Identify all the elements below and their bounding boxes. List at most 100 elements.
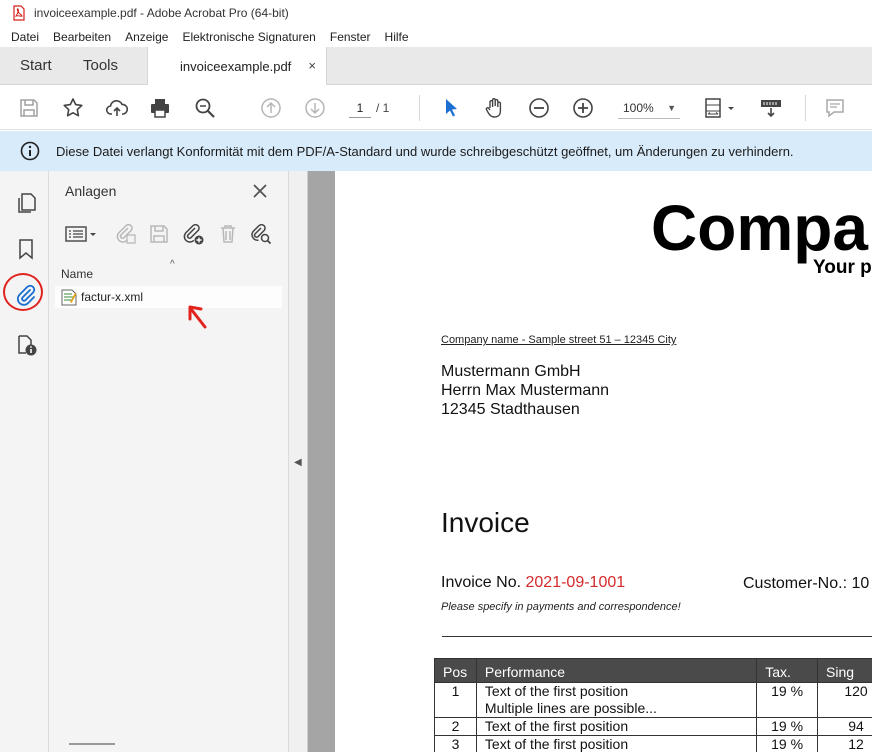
close-tab-icon[interactable]: × xyxy=(308,58,316,73)
chevron-down-icon: ▼ xyxy=(667,103,676,113)
tab-start[interactable]: Start xyxy=(20,47,52,85)
red-annotation-arrow xyxy=(188,305,207,329)
print-icon[interactable] xyxy=(147,95,173,121)
delete-attachment-icon[interactable] xyxy=(215,221,241,247)
zoom-value: 100% xyxy=(623,101,654,115)
cell-tax: 19 % xyxy=(756,717,819,736)
cell-performance-line2: Multiple lines are possible... xyxy=(484,700,657,716)
panel-scrollbar[interactable] xyxy=(69,743,115,745)
cell-pos: 2 xyxy=(434,717,477,736)
invoice-number-line: Invoice No. 2021-09-1001 xyxy=(441,574,625,592)
document-view[interactable]: Compa Your p Company name - Sample stree… xyxy=(308,171,872,752)
panel-title: Anlagen xyxy=(65,183,117,199)
toolbar-separator xyxy=(805,95,806,121)
open-attachment-icon[interactable] xyxy=(113,221,139,247)
cell-tax: 19 % xyxy=(756,735,819,752)
invoice-title: Invoice xyxy=(441,507,530,538)
cell-performance-line1: Text of the first position xyxy=(484,683,629,699)
window-title: invoiceexample.pdf - Adobe Acrobat Pro (… xyxy=(34,6,289,20)
tab-document-label: invoiceexample.pdf xyxy=(180,59,292,74)
company-tagline: Your p xyxy=(813,257,872,278)
pdf-page: Compa Your p Company name - Sample stree… xyxy=(335,171,872,752)
comment-icon[interactable] xyxy=(822,95,848,121)
title-bar: invoiceexample.pdf - Adobe Acrobat Pro (… xyxy=(0,0,872,26)
col-tax: Tax. xyxy=(756,658,819,683)
table-row: 1 Text of the first position Multiple li… xyxy=(434,682,872,718)
cell-single: 120 xyxy=(817,682,872,718)
pdfa-info-banner: Diese Datei verlangt Konformität mit dem… xyxy=(0,131,872,171)
cell-pos: 1 xyxy=(434,682,477,718)
invoice-number-label: Invoice No. xyxy=(441,574,522,591)
add-attachment-icon[interactable] xyxy=(180,221,206,247)
upload-icon[interactable] xyxy=(104,95,130,121)
menu-elektronische-signaturen[interactable]: Elektronische Signaturen xyxy=(175,30,322,44)
attachment-file-name: factur-x.xml xyxy=(81,290,144,304)
table-row: 3 Text of the first position 19 % 12 xyxy=(434,735,872,752)
save-attachment-icon[interactable] xyxy=(146,221,172,247)
sort-caret-icon: ^ xyxy=(170,259,175,270)
cell-performance: Text of the first position Multiple line… xyxy=(475,682,758,718)
table-header-row: Pos Performance Tax. Sing xyxy=(434,658,872,683)
cell-tax: 19 % xyxy=(756,682,819,718)
cell-performance: Text of the first position xyxy=(475,735,758,752)
options-menu-icon[interactable] xyxy=(63,221,101,247)
navigation-rail xyxy=(0,171,49,752)
table-row: 2 Text of the first position 19 % 94 xyxy=(434,717,872,736)
sender-line: Company name - Sample street 51 – 12345 … xyxy=(441,334,677,346)
collapse-panel-icon[interactable]: ◀ xyxy=(294,457,302,468)
page-total: / 1 xyxy=(376,101,390,115)
hand-icon[interactable] xyxy=(482,95,508,121)
recipient-person: Herrn Max Mustermann xyxy=(441,382,610,399)
zoom-in-icon[interactable] xyxy=(570,95,596,121)
fit-page-icon[interactable] xyxy=(702,95,738,121)
menu-anzeige[interactable]: Anzeige xyxy=(118,30,175,44)
bookmark-icon[interactable] xyxy=(12,235,40,263)
toolbar: 1 / 1 100% ▼ xyxy=(0,85,872,130)
menu-bearbeiten[interactable]: Bearbeiten xyxy=(46,30,118,44)
recipient-company: Mustermann GmbH xyxy=(441,363,581,380)
customer-number: Customer-No.: 10 xyxy=(743,575,870,592)
invoice-number: 2021-09-1001 xyxy=(525,574,626,591)
tab-bar: Start Tools invoiceexample.pdf × xyxy=(0,47,872,86)
menu-hilfe[interactable]: Hilfe xyxy=(378,30,416,44)
info-icon xyxy=(20,141,40,161)
search-attachment-icon[interactable] xyxy=(248,221,274,247)
menu-bar: Datei Bearbeiten Anzeige Elektronische S… xyxy=(0,26,872,47)
select-arrow-icon[interactable] xyxy=(438,95,464,121)
company-heading: Compa xyxy=(651,192,868,264)
menu-datei[interactable]: Datei xyxy=(4,30,46,44)
attachment-row[interactable]: factur-x.xml xyxy=(55,286,282,308)
col-pos: Pos xyxy=(434,658,477,683)
red-highlight-circle xyxy=(3,273,43,311)
scroll-mode-icon[interactable] xyxy=(758,95,784,121)
save-icon[interactable] xyxy=(16,95,42,121)
column-header-name[interactable]: Name xyxy=(61,267,93,281)
page-up-icon[interactable] xyxy=(258,95,284,121)
close-icon[interactable] xyxy=(250,181,270,201)
col-single: Sing xyxy=(817,658,872,683)
zoom-search-icon[interactable] xyxy=(192,95,218,121)
page-number-input[interactable]: 1 xyxy=(349,98,371,118)
payment-note: Please specify in payments and correspon… xyxy=(441,601,681,613)
cell-single: 94 xyxy=(817,717,872,736)
xml-file-icon xyxy=(61,289,77,306)
zoom-dropdown[interactable]: 100% ▼ xyxy=(618,97,680,119)
col-performance: Performance xyxy=(475,658,758,683)
pages-icon[interactable] xyxy=(12,189,40,217)
star-icon[interactable] xyxy=(60,95,86,121)
menu-fenster[interactable]: Fenster xyxy=(323,30,378,44)
zoom-out-icon[interactable] xyxy=(526,95,552,121)
tab-document[interactable]: invoiceexample.pdf × xyxy=(147,47,327,86)
document-properties-icon[interactable] xyxy=(12,331,40,359)
cell-performance: Text of the first position xyxy=(475,717,758,736)
recipient-city: 12345 Stadthausen xyxy=(441,401,580,418)
tab-tools[interactable]: Tools xyxy=(83,47,118,85)
invoice-items-table: Pos Performance Tax. Sing 1 Text of the … xyxy=(434,658,872,752)
cell-single: 12 xyxy=(817,735,872,752)
page-down-icon[interactable] xyxy=(302,95,328,121)
cell-pos: 3 xyxy=(434,735,477,752)
panel-splitter[interactable]: ◀ xyxy=(289,171,308,752)
attachments-panel: Anlagen ^ Name factur-x.xml xyxy=(49,171,289,752)
toolbar-separator xyxy=(419,95,420,121)
banner-message: Diese Datei verlangt Konformität mit dem… xyxy=(56,143,794,159)
